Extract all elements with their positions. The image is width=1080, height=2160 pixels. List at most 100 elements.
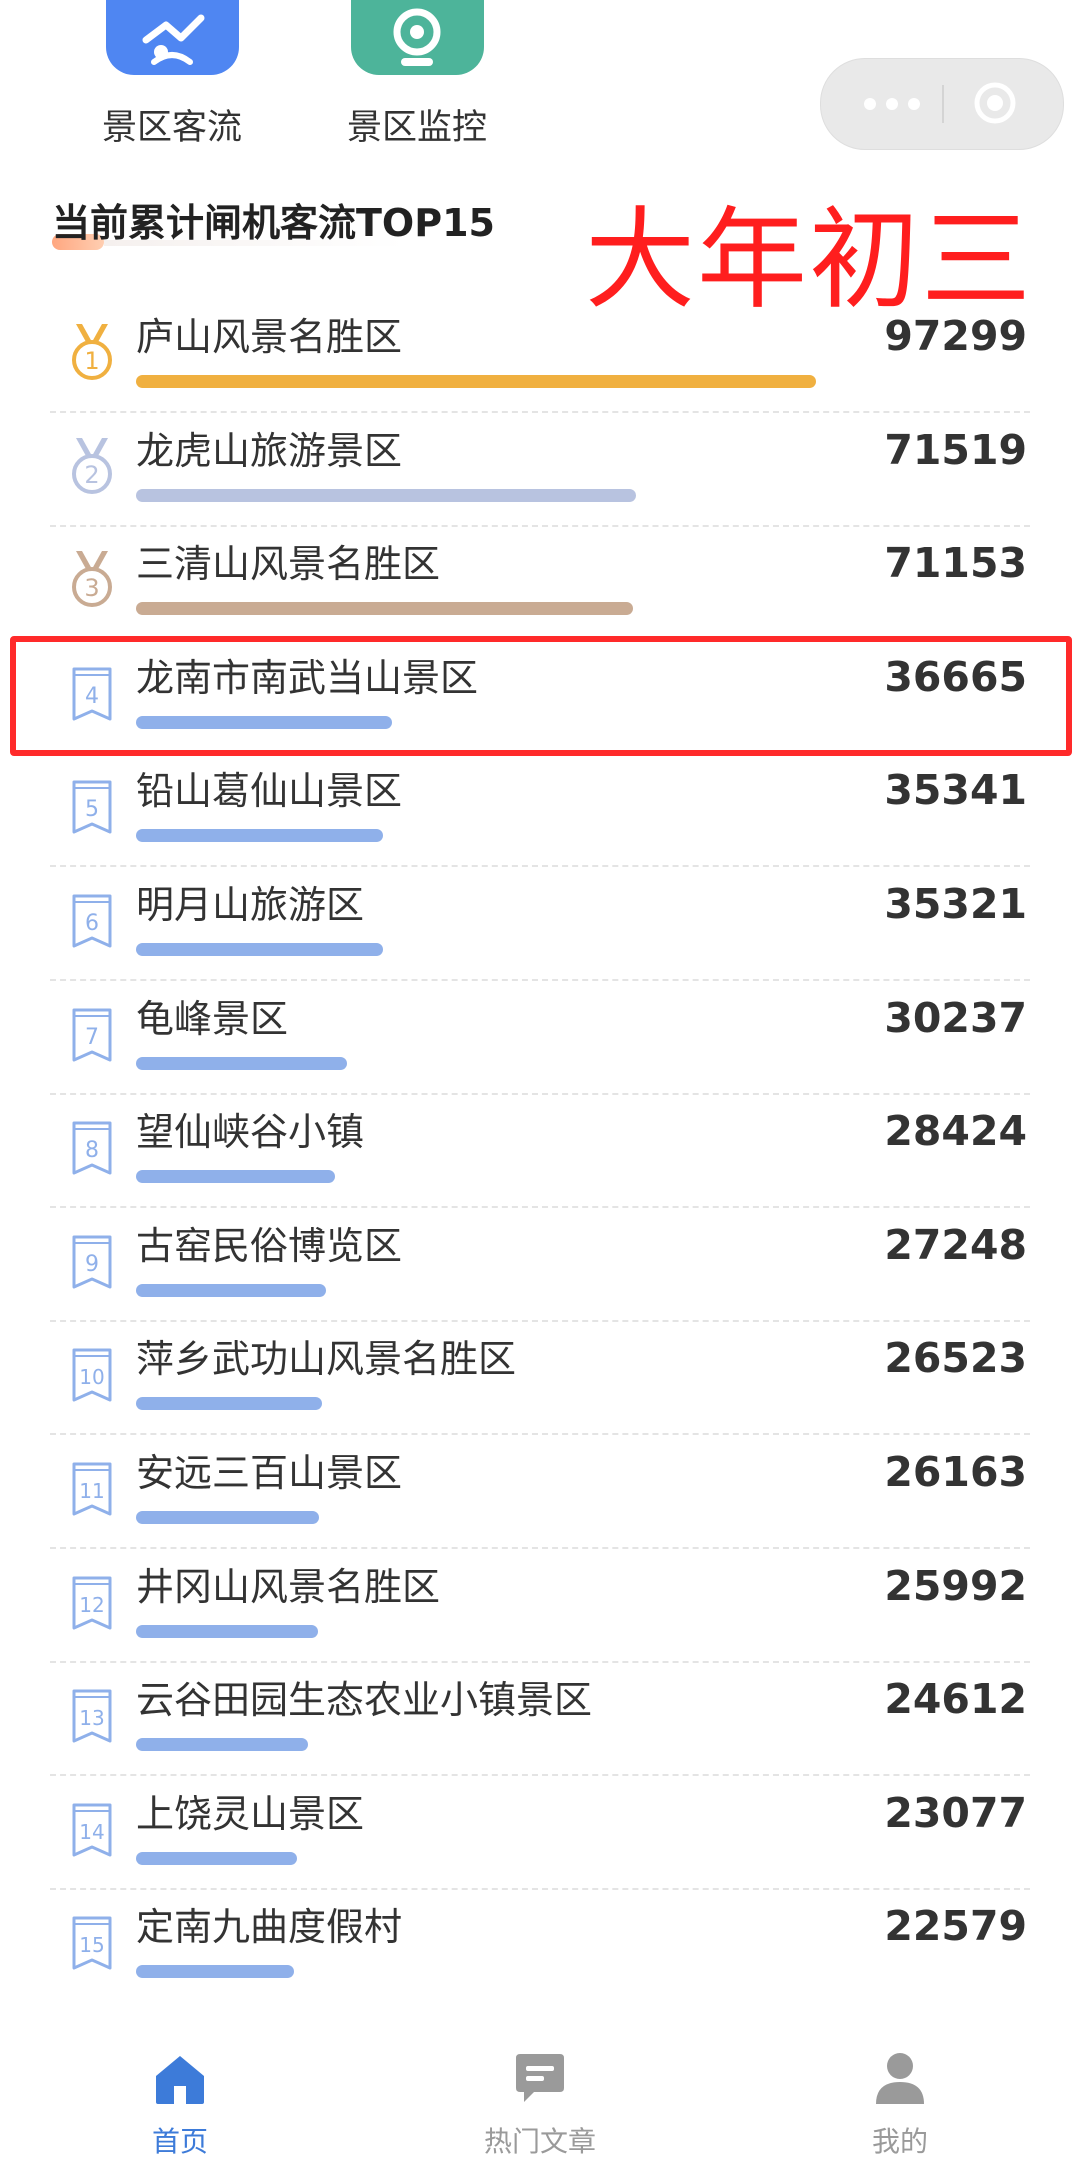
progress-bar bbox=[136, 1965, 294, 1978]
ranking-row[interactable]: 3 三清山风景名胜区 71153 bbox=[50, 527, 1030, 640]
svg-text:12: 12 bbox=[79, 1593, 104, 1617]
visitor-count: 24612 bbox=[884, 1675, 1027, 1723]
progress-bar bbox=[136, 1625, 318, 1638]
visitor-count: 35341 bbox=[884, 766, 1027, 814]
silver-medal-icon: 2 bbox=[70, 438, 114, 496]
progress-bar bbox=[136, 1738, 308, 1751]
shortcut-scenic-monitor[interactable]: 景区监控 bbox=[297, 0, 537, 150]
svg-text:6: 6 bbox=[85, 911, 99, 936]
svg-text:11: 11 bbox=[79, 1479, 104, 1503]
tab-profile[interactable]: 我的 bbox=[820, 2030, 980, 2160]
rank-ribbon-icon: 13 bbox=[70, 1687, 114, 1745]
rank-ribbon-icon: 10 bbox=[70, 1346, 114, 1404]
svg-text:14: 14 bbox=[79, 1820, 104, 1844]
row-divider bbox=[50, 979, 1030, 981]
progress-bar bbox=[136, 943, 383, 956]
ranking-row[interactable]: 11 安远三百山景区 26163 bbox=[50, 1436, 1030, 1549]
ranking-row[interactable]: 9 古窑民俗博览区 27248 bbox=[50, 1209, 1030, 1322]
scenic-name: 上饶灵山景区 bbox=[136, 1792, 365, 1836]
visitor-count: 22579 bbox=[884, 1902, 1027, 1950]
rank-ribbon-icon: 9 bbox=[70, 1233, 114, 1291]
visitor-count: 26523 bbox=[884, 1334, 1027, 1382]
visitor-count: 25992 bbox=[884, 1562, 1027, 1610]
visitor-count: 27248 bbox=[884, 1221, 1027, 1269]
svg-text:7: 7 bbox=[85, 1025, 99, 1050]
progress-bar bbox=[136, 1397, 322, 1410]
svg-text:10: 10 bbox=[79, 1365, 104, 1389]
scenic-name: 铅山葛仙山景区 bbox=[136, 769, 403, 813]
svg-text:2: 2 bbox=[84, 461, 99, 489]
svg-text:15: 15 bbox=[79, 1933, 104, 1957]
shortcut-scenic-flow[interactable]: 景区客流 bbox=[52, 0, 292, 150]
scenic-name: 明月山旅游区 bbox=[136, 883, 365, 927]
ranking-row[interactable]: 2 龙虎山旅游景区 71519 bbox=[50, 414, 1030, 527]
rank-ribbon-icon: 15 bbox=[70, 1914, 114, 1972]
row-divider bbox=[50, 1774, 1030, 1776]
camera-icon bbox=[350, 0, 484, 75]
row-divider bbox=[50, 1547, 1030, 1549]
visitor-count: 71153 bbox=[884, 539, 1027, 587]
visitor-count: 26163 bbox=[884, 1448, 1027, 1496]
svg-text:3: 3 bbox=[84, 574, 99, 602]
scenic-name: 井冈山风景名胜区 bbox=[136, 1565, 441, 1609]
progress-bar bbox=[136, 489, 636, 502]
bronze-medal-icon: 3 bbox=[70, 551, 114, 609]
scenic-name: 庐山风景名胜区 bbox=[136, 315, 403, 359]
rank-ribbon-icon: 5 bbox=[70, 778, 114, 836]
ranking-row[interactable]: 8 望仙峡谷小镇 28424 bbox=[50, 1095, 1030, 1208]
shortcut-label: 景区客流 bbox=[101, 108, 242, 148]
ranking-row[interactable]: 13 云谷田园生态农业小镇景区 24612 bbox=[50, 1663, 1030, 1776]
progress-bar bbox=[136, 1284, 326, 1297]
svg-text:8: 8 bbox=[85, 1138, 99, 1163]
visitor-count: 23077 bbox=[884, 1789, 1027, 1837]
scenic-name: 云谷田园生态农业小镇景区 bbox=[136, 1678, 593, 1722]
row-divider bbox=[50, 411, 1030, 413]
rank-ribbon-icon: 12 bbox=[70, 1574, 114, 1632]
red-highlight-box bbox=[10, 636, 1072, 756]
shortcut-label: 景区监控 bbox=[346, 108, 487, 148]
home-icon bbox=[150, 2048, 210, 2108]
ranking-row[interactable]: 6 明月山旅游区 35321 bbox=[50, 868, 1030, 981]
progress-bar bbox=[136, 375, 816, 388]
ranking-row[interactable]: 7 龟峰景区 30237 bbox=[50, 982, 1030, 1095]
ranking-row[interactable]: 1 庐山风景名胜区 97299 bbox=[50, 300, 1030, 413]
more-dots-icon[interactable] bbox=[859, 87, 959, 121]
scenic-name: 龙虎山旅游景区 bbox=[136, 429, 403, 473]
scenic-name: 古窑民俗博览区 bbox=[136, 1224, 403, 1268]
article-bubble-icon bbox=[510, 2048, 570, 2108]
svg-text:9: 9 bbox=[85, 1252, 99, 1277]
ranking-row[interactable]: 15 定南九曲度假村 22579 bbox=[50, 1890, 1030, 2003]
ranking-row[interactable]: 12 井冈山风景名胜区 25992 bbox=[50, 1550, 1030, 1663]
row-divider bbox=[50, 1433, 1030, 1435]
visitor-count: 30237 bbox=[884, 994, 1027, 1042]
bottom-tab-bar: 首页 热门文章 我的 bbox=[0, 2030, 1080, 2160]
svg-text:13: 13 bbox=[79, 1706, 104, 1730]
ranking-row[interactable]: 10 萍乡武功山风景名胜区 26523 bbox=[50, 1322, 1030, 1435]
section-title: 当前累计闸机客流TOP15 bbox=[52, 201, 495, 245]
tab-hot-articles[interactable]: 热门文章 bbox=[460, 2030, 620, 2160]
visitor-count: 71519 bbox=[884, 426, 1027, 474]
target-close-icon[interactable] bbox=[973, 81, 1017, 125]
visitor-count: 35321 bbox=[884, 880, 1027, 928]
scenic-flow-icon bbox=[105, 0, 239, 75]
tab-home[interactable]: 首页 bbox=[100, 2030, 260, 2160]
ranking-row[interactable]: 14 上饶灵山景区 23077 bbox=[50, 1777, 1030, 1890]
rank-ribbon-icon: 6 bbox=[70, 892, 114, 950]
ranking-row[interactable]: 5 铅山葛仙山景区 35341 bbox=[50, 754, 1030, 867]
gold-medal-icon: 1 bbox=[70, 324, 114, 382]
capsule-divider bbox=[942, 85, 944, 123]
tab-label: 热门文章 bbox=[483, 2125, 596, 2158]
progress-bar bbox=[136, 1511, 319, 1524]
rank-ribbon-icon: 8 bbox=[70, 1119, 114, 1177]
progress-bar bbox=[136, 829, 383, 842]
scenic-name: 三清山风景名胜区 bbox=[136, 542, 441, 586]
svg-text:5: 5 bbox=[85, 797, 99, 822]
scenic-name: 龟峰景区 bbox=[136, 997, 289, 1041]
svg-text:1: 1 bbox=[84, 347, 99, 375]
visitor-count: 28424 bbox=[884, 1107, 1027, 1155]
progress-bar bbox=[136, 602, 633, 615]
progress-bar bbox=[136, 1170, 335, 1183]
scenic-name: 望仙峡谷小镇 bbox=[136, 1110, 365, 1154]
tab-label: 首页 bbox=[151, 2125, 208, 2158]
profile-icon bbox=[870, 2048, 930, 2108]
